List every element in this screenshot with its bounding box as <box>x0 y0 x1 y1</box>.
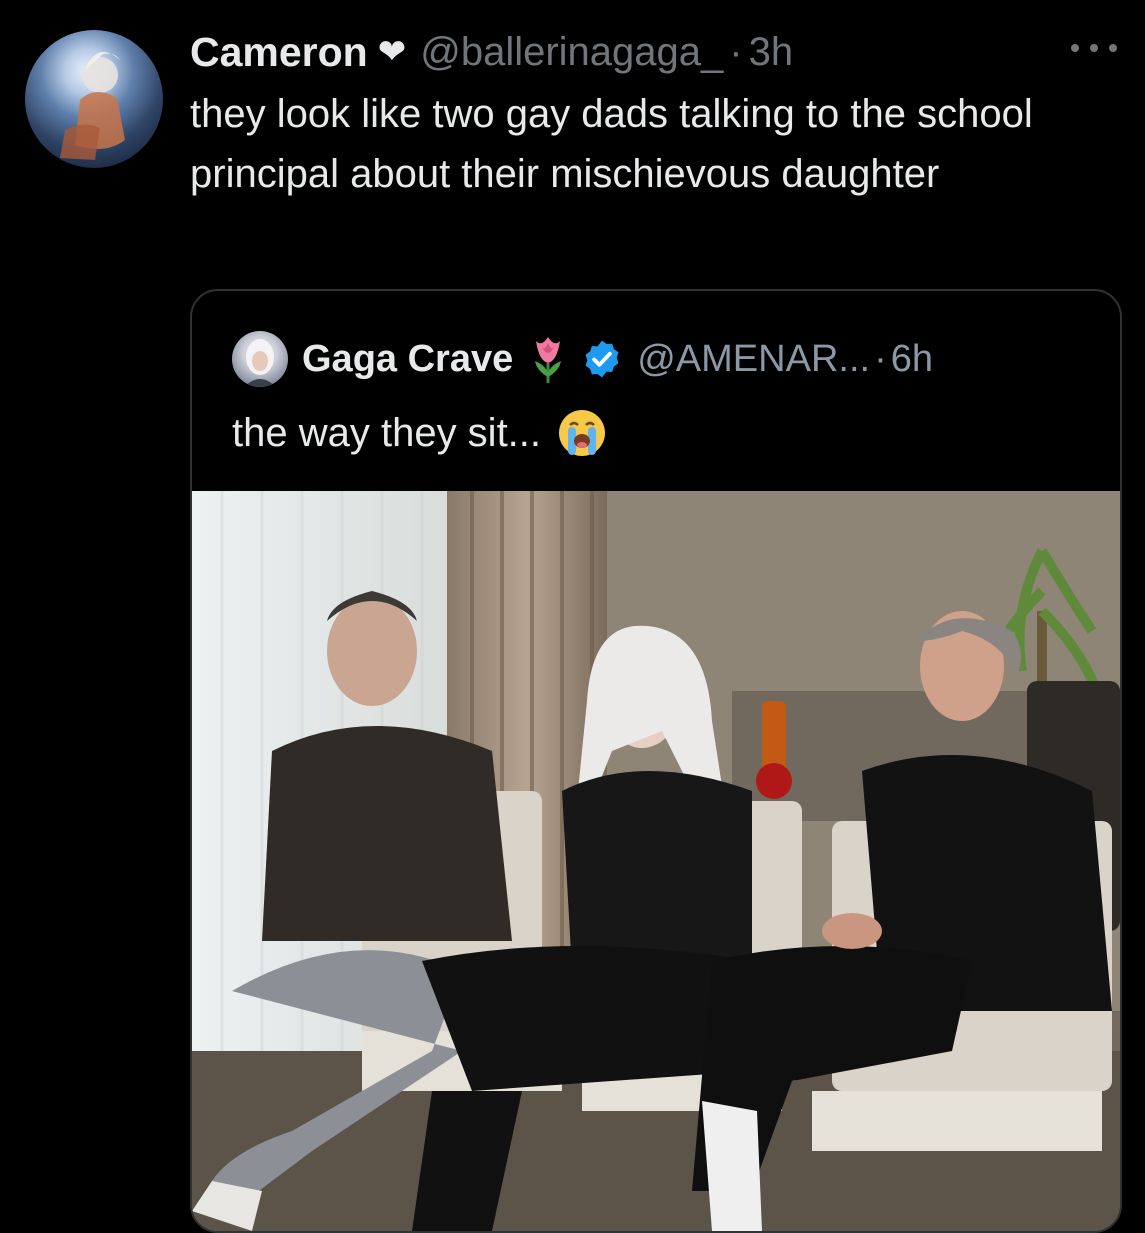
tweet-text: they look like two gay dads talking to t… <box>190 92 1033 196</box>
author-avatar[interactable] <box>25 30 163 168</box>
quoted-author-avatar[interactable] <box>232 331 288 387</box>
attached-photo[interactable] <box>192 491 1120 1231</box>
interview-photo <box>192 491 1120 1231</box>
author-name[interactable]: Cameron <box>190 29 368 76</box>
quoted-author-name[interactable]: Gaga Crave <box>302 338 513 381</box>
quoted-author-handle[interactable]: @AMENAR... <box>637 338 870 381</box>
quoted-tweet-text-row: the way they sit... <box>232 403 607 463</box>
quoted-avatar-image <box>244 339 276 387</box>
tweet-time[interactable]: 3h <box>749 30 794 75</box>
avatar-image <box>60 52 125 160</box>
more-icon[interactable] <box>1071 38 1117 58</box>
crying-face-icon <box>559 410 606 456</box>
quoted-tweet-time[interactable]: 6h <box>891 338 933 381</box>
verified-icon <box>585 340 619 378</box>
header-separator: · <box>729 29 743 74</box>
tulip-icon <box>535 337 562 383</box>
author-handle[interactable]: @ballerinagaga_ <box>420 30 723 75</box>
quoted-tweet-text: the way they sit... <box>232 411 542 455</box>
heart-icon: ❤ <box>377 33 407 71</box>
quoted-tweet-header: Gaga Crave @AMENAR... · 6h <box>232 331 933 387</box>
tweet[interactable]: Cameron ❤ @ballerinagaga_ · 3h they look… <box>0 0 1145 1233</box>
tweet-header: Cameron ❤ @ballerinagaga_ · 3h <box>190 24 793 80</box>
quoted-tweet[interactable]: Gaga Crave @AMENAR... · 6h the way they … <box>190 289 1122 1233</box>
quoted-header-separator: · <box>874 337 887 380</box>
